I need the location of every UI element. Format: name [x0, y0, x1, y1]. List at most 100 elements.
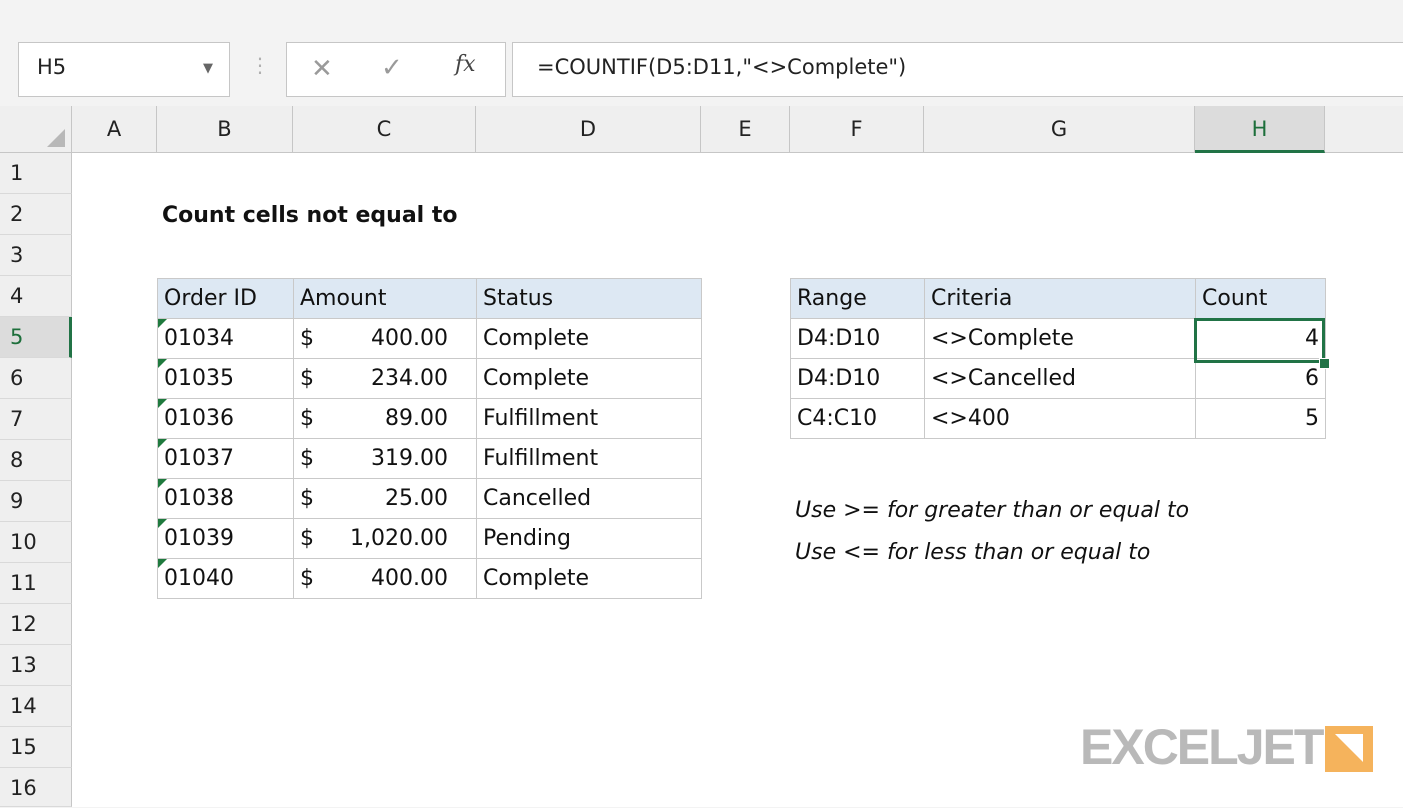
- amount-value: 319.00: [371, 446, 448, 471]
- amount-value: 234.00: [371, 366, 448, 391]
- column-header-h[interactable]: H: [1195, 106, 1325, 153]
- row-header-9[interactable]: 9: [0, 481, 72, 522]
- sheet-title[interactable]: Count cells not equal to: [162, 203, 458, 228]
- criteria-cell[interactable]: <>400: [924, 398, 1196, 439]
- table-row: 01036 $89.00 Fulfillment: [157, 398, 702, 439]
- row-header-12[interactable]: 12: [0, 604, 72, 645]
- status-cell[interactable]: Fulfillment: [476, 398, 702, 439]
- amount-cell[interactable]: $1,020.00: [293, 518, 477, 559]
- status-cell[interactable]: Complete: [476, 558, 702, 599]
- criteria-cell[interactable]: <>Cancelled: [924, 358, 1196, 399]
- currency-symbol: $: [300, 486, 314, 511]
- name-box[interactable]: H5 ▼: [18, 42, 230, 97]
- insert-function-icon[interactable]: fx: [455, 52, 476, 77]
- amount-cell[interactable]: $25.00: [293, 478, 477, 519]
- table-row: 01039 $1,020.00 Pending: [157, 518, 702, 559]
- enter-icon[interactable]: ✓: [381, 53, 403, 83]
- column-header-g[interactable]: G: [924, 106, 1195, 153]
- row-header-5[interactable]: 5: [0, 317, 72, 358]
- row-header-16[interactable]: 16: [0, 768, 72, 807]
- column-header-a[interactable]: A: [72, 106, 157, 153]
- amount-cell[interactable]: $89.00: [293, 398, 477, 439]
- row-header-14[interactable]: 14: [0, 686, 72, 727]
- amount-value: 400.00: [371, 326, 448, 351]
- table-row: 01035 $234.00 Complete: [157, 358, 702, 399]
- table-header-row: Order ID Amount Status: [157, 278, 702, 319]
- count-table: Range Criteria Count D4:D10 <>Complete 4…: [790, 278, 1326, 439]
- order-id-cell[interactable]: 01036: [157, 398, 294, 439]
- count-cell[interactable]: 6: [1195, 358, 1326, 399]
- order-id-cell[interactable]: 01038: [157, 478, 294, 519]
- cancel-icon[interactable]: ✕: [311, 54, 333, 84]
- exceljet-logo: EXCELJET: [1080, 719, 1324, 775]
- header-order-id[interactable]: Order ID: [157, 278, 294, 319]
- formula-bar: H5 ▼ ⋮ ✕ ✓ fx =COUNTIF(D5:D11,"<>Complet…: [0, 22, 1403, 97]
- amount-value: 1,020.00: [350, 526, 448, 551]
- row-header-2[interactable]: 2: [0, 194, 72, 235]
- column-header-b[interactable]: B: [157, 106, 293, 153]
- header-amount[interactable]: Amount: [293, 278, 477, 319]
- order-id-cell[interactable]: 01037: [157, 438, 294, 479]
- row-header-6[interactable]: 6: [0, 358, 72, 399]
- range-cell[interactable]: D4:D10: [790, 358, 925, 399]
- select-all-icon: [47, 129, 65, 147]
- amount-cell[interactable]: $234.00: [293, 358, 477, 399]
- row-header-13[interactable]: 13: [0, 645, 72, 686]
- status-cell[interactable]: Complete: [476, 318, 702, 359]
- header-status[interactable]: Status: [476, 278, 702, 319]
- note-greater-equal[interactable]: Use >= for greater than or equal to: [795, 498, 1189, 523]
- row-header-7[interactable]: 7: [0, 399, 72, 440]
- header-count[interactable]: Count: [1195, 278, 1326, 319]
- formula-text: =COUNTIF(D5:D11,"<>Complete"): [537, 55, 907, 79]
- amount-cell[interactable]: $400.00: [293, 318, 477, 359]
- row-header-10[interactable]: 10: [0, 522, 72, 563]
- row-header-3[interactable]: 3: [0, 235, 72, 276]
- column-header-d[interactable]: D: [476, 106, 701, 153]
- worksheet-grid[interactable]: A B C D E F G H 1 2 3 4 5 6 7 8 9 10 11 …: [0, 106, 1403, 807]
- orders-table: Order ID Amount Status 01034 $400.00 Com…: [157, 278, 702, 599]
- column-header-i[interactable]: [1325, 106, 1403, 153]
- count-cell[interactable]: 4: [1195, 318, 1326, 359]
- table-row: C4:C10 <>400 5: [790, 398, 1326, 439]
- range-cell[interactable]: C4:C10: [790, 398, 925, 439]
- chevron-down-icon[interactable]: ▼: [203, 61, 213, 76]
- row-header-1[interactable]: 1: [0, 153, 72, 194]
- status-cell[interactable]: Pending: [476, 518, 702, 559]
- currency-symbol: $: [300, 366, 314, 391]
- status-cell[interactable]: Cancelled: [476, 478, 702, 519]
- row-header-11[interactable]: 11: [0, 563, 72, 604]
- order-id-cell[interactable]: 01040: [157, 558, 294, 599]
- criteria-cell[interactable]: <>Complete: [924, 318, 1196, 359]
- column-header-f[interactable]: F: [790, 106, 924, 153]
- status-cell[interactable]: Complete: [476, 358, 702, 399]
- amount-cell[interactable]: $400.00: [293, 558, 477, 599]
- row-header-8[interactable]: 8: [0, 440, 72, 481]
- amount-cell[interactable]: $319.00: [293, 438, 477, 479]
- select-all-button[interactable]: [0, 106, 72, 153]
- header-range[interactable]: Range: [790, 278, 925, 319]
- row-header-15[interactable]: 15: [0, 727, 72, 768]
- fill-handle[interactable]: [1319, 358, 1330, 369]
- grip-dots-icon[interactable]: ⋮: [250, 53, 270, 77]
- note-less-equal[interactable]: Use <= for less than or equal to: [795, 540, 1150, 565]
- amount-value: 25.00: [385, 486, 448, 511]
- currency-symbol: $: [300, 446, 314, 471]
- status-cell[interactable]: Fulfillment: [476, 438, 702, 479]
- table-row: 01038 $25.00 Cancelled: [157, 478, 702, 519]
- table-row: 01040 $400.00 Complete: [157, 558, 702, 599]
- range-cell[interactable]: D4:D10: [790, 318, 925, 359]
- column-header-e[interactable]: E: [701, 106, 790, 153]
- column-header-c[interactable]: C: [293, 106, 476, 153]
- row-header-4[interactable]: 4: [0, 276, 72, 317]
- header-criteria[interactable]: Criteria: [924, 278, 1196, 319]
- logo-mark-icon: [1325, 726, 1373, 772]
- table-header-row: Range Criteria Count: [790, 278, 1326, 319]
- order-id-cell[interactable]: 01034: [157, 318, 294, 359]
- order-id-cell[interactable]: 01035: [157, 358, 294, 399]
- order-id-cell[interactable]: 01039: [157, 518, 294, 559]
- currency-symbol: $: [300, 566, 314, 591]
- table-row: D4:D10 <>Complete 4: [790, 318, 1326, 359]
- formula-buttons: ✕ ✓ fx: [286, 42, 506, 97]
- count-cell[interactable]: 5: [1195, 398, 1326, 439]
- formula-input[interactable]: =COUNTIF(D5:D11,"<>Complete"): [512, 42, 1403, 97]
